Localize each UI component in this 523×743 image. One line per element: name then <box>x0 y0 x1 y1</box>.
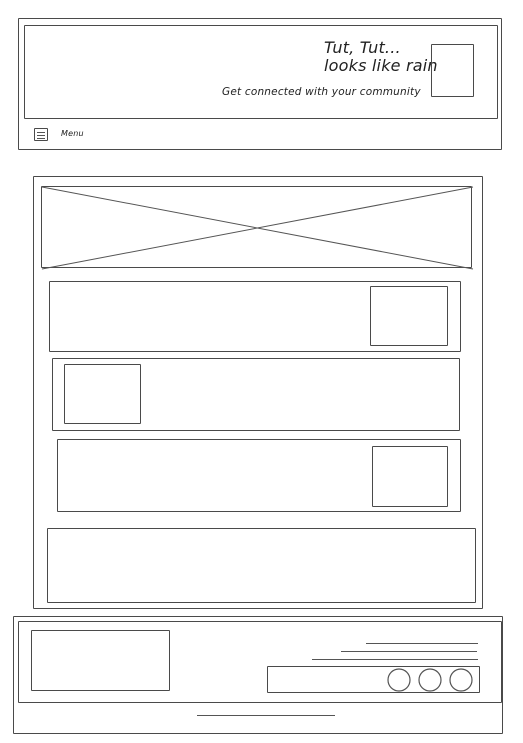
placeholder-cross-icon <box>41 186 474 270</box>
card-3-image-placeholder <box>372 446 448 507</box>
header-tagline: Get connected with your community <box>222 86 421 98</box>
social-icon[interactable] <box>418 668 442 692</box>
footer-copyright-line <box>197 715 335 716</box>
footer-text-line-1 <box>366 643 478 644</box>
social-icons-group <box>387 668 473 692</box>
header-title-line2: looks like rain <box>324 56 438 75</box>
social-icon[interactable] <box>449 668 473 692</box>
footer-image-placeholder <box>31 630 170 691</box>
social-icon[interactable] <box>387 668 411 692</box>
footer-text-line-2 <box>341 651 477 652</box>
menu-icon <box>34 128 48 141</box>
content-block <box>47 528 476 603</box>
menu-label: Menu <box>61 129 84 138</box>
card-2-image-placeholder <box>64 364 141 424</box>
header-title-line1: Tut, Tut... <box>324 38 401 57</box>
hero-image-placeholder <box>41 186 474 270</box>
menu-button[interactable]: Menu <box>34 128 94 144</box>
header-logo-placeholder <box>431 44 474 97</box>
footer-text-line-3 <box>312 659 478 660</box>
card-1-image-placeholder <box>370 286 448 346</box>
